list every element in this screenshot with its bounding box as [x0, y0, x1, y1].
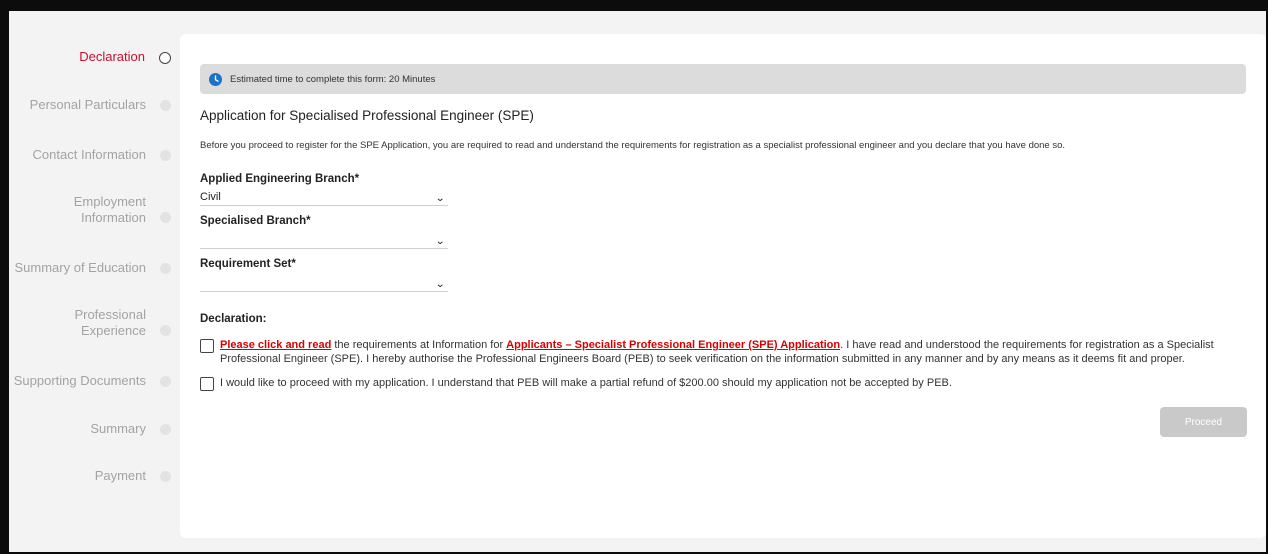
- step-label: Personal Particulars: [29, 97, 146, 112]
- step-summary-of-education[interactable]: Summary of Education: [9, 260, 179, 276]
- estimated-time-text: Estimated time to complete this form: 20…: [230, 73, 436, 85]
- step-payment[interactable]: Payment: [9, 468, 179, 484]
- step-label: Summary of Education: [14, 260, 146, 275]
- select-value: Civil: [200, 191, 221, 203]
- step-label: Summary: [90, 421, 146, 436]
- page-title: Application for Specialised Professional…: [200, 108, 534, 123]
- progress-stepper: Declaration Personal Particulars Contact…: [9, 11, 179, 552]
- declaration-title: Declaration:: [200, 313, 267, 325]
- form-card: Estimated time to complete this form: 20…: [180, 34, 1266, 538]
- specialised-branch-label: Specialised Branch*: [200, 215, 311, 227]
- step-label-line: Information: [80, 210, 146, 225]
- step-label: Supporting Documents: [13, 373, 146, 388]
- step-summary[interactable]: Summary: [9, 421, 179, 437]
- step-indicator-current: [159, 52, 171, 64]
- step-indicator: [160, 471, 171, 482]
- declaration-text-2: I would like to proceed with my applicat…: [220, 377, 952, 389]
- chevron-down-icon: ⌄: [434, 279, 445, 290]
- step-label-line: Professional: [74, 307, 146, 322]
- spe-application-info-link[interactable]: Applicants – Specialist Professional Eng…: [506, 339, 840, 351]
- please-click-and-read-link[interactable]: Please click and read: [220, 339, 331, 351]
- step-label: Payment: [94, 468, 146, 483]
- specialised-branch-select[interactable]: ⌄: [200, 232, 448, 249]
- step-label-line: Experience: [80, 323, 146, 338]
- step-label: Employment Information: [74, 194, 160, 226]
- step-label: Contact Information: [32, 147, 146, 162]
- step-indicator: [160, 263, 171, 274]
- step-label: Declaration: [79, 49, 145, 64]
- declaration-checkbox-2[interactable]: [200, 377, 214, 391]
- requirement-set-select[interactable]: ⌄: [200, 275, 448, 292]
- step-personal-particulars[interactable]: Personal Particulars: [9, 97, 179, 113]
- step-contact-information[interactable]: Contact Information: [9, 147, 179, 163]
- engineering-branch-select[interactable]: Civil ⌄: [200, 189, 448, 206]
- declaration-text-part: the requirements at Information for: [331, 339, 507, 351]
- step-label-line: Employment: [73, 194, 146, 209]
- chevron-down-icon: ⌄: [434, 193, 445, 204]
- declaration-item-2: I would like to proceed with my applicat…: [200, 376, 1260, 391]
- requirement-set-label: Requirement Set*: [200, 258, 296, 270]
- app-frame: Declaration Personal Particulars Contact…: [9, 11, 1266, 552]
- step-indicator: [160, 212, 171, 223]
- clock-icon: [209, 72, 222, 86]
- step-indicator: [160, 424, 171, 435]
- step-employment-information[interactable]: Employment Information: [9, 194, 179, 226]
- chevron-down-icon: ⌄: [434, 236, 445, 247]
- proceed-button[interactable]: Proceed: [1160, 407, 1247, 437]
- step-indicator: [160, 376, 171, 387]
- engineering-branch-label: Applied Engineering Branch*: [200, 173, 360, 185]
- step-label: Professional Experience: [74, 307, 160, 339]
- step-indicator: [160, 100, 171, 111]
- step-indicator: [160, 325, 171, 336]
- estimated-time-banner: Estimated time to complete this form: 20…: [200, 64, 1246, 94]
- step-professional-experience[interactable]: Professional Experience: [9, 307, 179, 339]
- step-declaration[interactable]: Declaration: [9, 49, 179, 65]
- declaration-checkbox-1[interactable]: [200, 339, 214, 353]
- step-indicator: [160, 150, 171, 161]
- declaration-text-1: Please click and read the requirements a…: [220, 338, 1260, 366]
- intro-text: Before you proceed to register for the S…: [200, 140, 1066, 151]
- step-supporting-documents[interactable]: Supporting Documents: [9, 373, 179, 389]
- declaration-item-1: Please click and read the requirements a…: [200, 338, 1260, 366]
